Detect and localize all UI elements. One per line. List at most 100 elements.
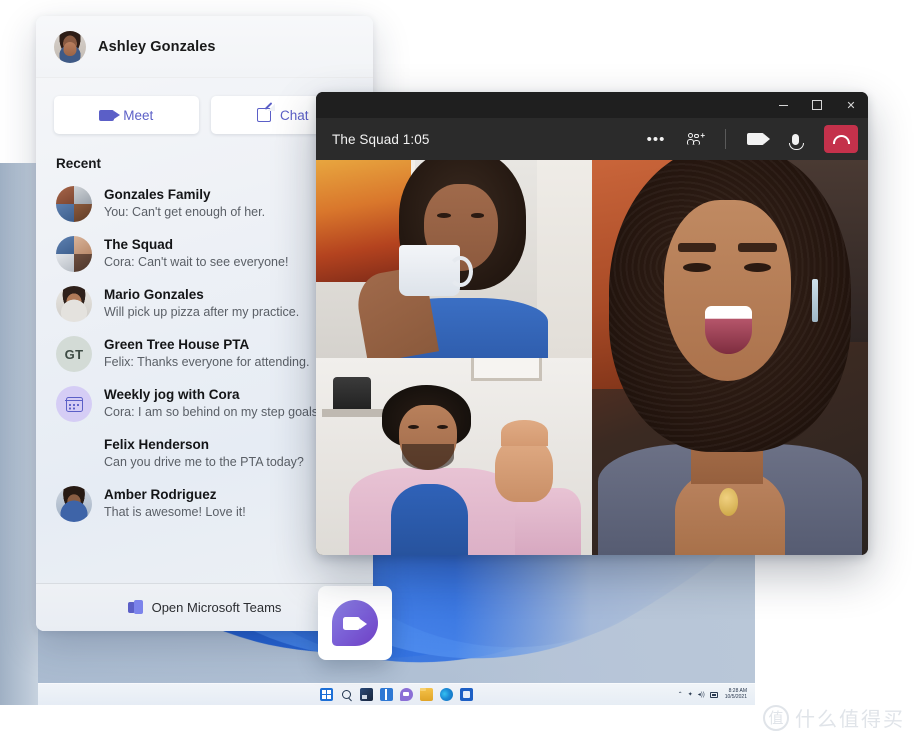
open-teams-label: Open Microsoft Teams	[151, 600, 282, 615]
necklace-pendant	[718, 487, 739, 516]
file-explorer-icon[interactable]	[420, 688, 433, 701]
microsoft-teams-logo-icon	[127, 600, 143, 615]
avatar[interactable]	[54, 30, 86, 63]
participant-video-tile[interactable]	[316, 357, 592, 555]
list-item[interactable]: Weekly jog with Cora Cora: I am so behin…	[48, 379, 361, 429]
coffee-mug	[398, 244, 473, 297]
list-item-text: Gonzales Family You: Can't get enough of…	[104, 186, 265, 222]
network-icon[interactable]: ✦	[688, 692, 693, 698]
list-item[interactable]: GT Green Tree House PTA Felix: Thanks ev…	[48, 329, 361, 379]
participant-shirt	[390, 483, 468, 555]
participant-mouth	[705, 306, 753, 354]
add-people-button[interactable]: +	[681, 125, 711, 153]
start-button[interactable]	[320, 688, 333, 701]
video-camera-icon	[99, 109, 121, 121]
flyout-header: Ashley Gonzales	[36, 16, 373, 78]
list-item-text: Weekly jog with Cora Cora: I am so behin…	[104, 386, 321, 422]
teams-chat-app-tile[interactable]	[318, 586, 392, 660]
participant-video-tile[interactable]	[592, 160, 868, 555]
more-options-button[interactable]: •••	[641, 125, 671, 153]
list-item-text: The Squad Cora: Can't wait to see everyo…	[104, 236, 288, 272]
list-item[interactable]: Amber Rodriguez That is awesome! Love it…	[48, 479, 361, 529]
chat-preview: Will pick up pizza after my practice.	[104, 305, 300, 320]
chat-preview: You: Can't get enough of her.	[104, 205, 266, 220]
participant-eye	[683, 262, 711, 273]
group-avatar	[56, 186, 92, 222]
watermark: 值 什么值得买	[763, 703, 905, 732]
user-name: Ashley Gonzales	[98, 38, 216, 55]
background-object	[332, 377, 372, 413]
background-picture-frame	[470, 357, 543, 382]
meet-button[interactable]: Meet	[54, 96, 199, 134]
chat-title: Felix Henderson	[104, 437, 210, 453]
system-tray[interactable]: ⌃ ✦ ◂)) 8:28 AM 10/5/2021	[678, 684, 747, 705]
microphone-icon	[788, 133, 804, 150]
clock-date-text: 10/5/2021	[724, 693, 747, 700]
calendar-icon	[64, 396, 84, 412]
chat-preview: Cora: I am so behind on my step goals.	[104, 405, 322, 420]
close-icon[interactable]: ✕	[834, 92, 868, 118]
meeting-toolbar: The Squad 1:05 ••• +	[316, 118, 868, 160]
meeting-window: ✕ The Squad 1:05 ••• +	[316, 92, 868, 555]
microsoft-edge-icon[interactable]	[440, 688, 453, 701]
volume-icon[interactable]: ◂))	[698, 692, 705, 698]
hang-up-phone-icon	[832, 134, 850, 144]
list-item[interactable]: Mario Gonzales Will pick up pizza after …	[48, 279, 361, 329]
compose-chat-icon	[256, 104, 275, 122]
list-item-text: Felix Henderson Can you drive me to the …	[104, 436, 304, 472]
participant-eyebrow	[677, 242, 717, 252]
window-chrome: ✕	[316, 92, 868, 118]
meeting-title: The Squad 1:05	[332, 131, 430, 147]
battery-icon[interactable]	[709, 691, 718, 698]
participant-eye	[408, 424, 420, 429]
chat-title: Amber Rodriguez	[104, 487, 217, 503]
video-camera-icon	[746, 133, 770, 145]
waving-hand	[495, 419, 554, 502]
chat-preview: Cora: Can't wait to see everyone!	[104, 255, 289, 270]
group-avatar	[56, 236, 92, 272]
participant-eyebrow	[738, 242, 777, 252]
search-icon[interactable]	[340, 688, 353, 701]
chat-title: The Squad	[104, 237, 174, 253]
clock-date[interactable]: 8:28 AM 10/5/2021	[724, 688, 747, 700]
participant-beard	[401, 444, 454, 471]
teams-chat-bubble-icon	[332, 600, 378, 646]
list-item-text: Mario Gonzales Will pick up pizza after …	[104, 286, 299, 322]
more-options-icon: •••	[646, 130, 666, 148]
camera-toggle-button[interactable]	[740, 125, 770, 153]
earring	[812, 278, 819, 322]
initials-avatar: GT	[56, 336, 92, 372]
participant-face	[663, 199, 791, 382]
add-people-icon: +	[687, 131, 705, 147]
participant-video-tile[interactable]	[316, 160, 592, 358]
video-grid	[316, 160, 868, 555]
maximize-button[interactable]	[800, 92, 834, 118]
list-item[interactable]: The Squad Cora: Can't wait to see everyo…	[48, 229, 361, 279]
chat-icon[interactable]	[400, 688, 413, 701]
microsoft-store-icon[interactable]	[460, 688, 473, 701]
chat-title: Green Tree House PTA	[104, 337, 250, 353]
hang-up-button[interactable]	[824, 125, 858, 153]
meet-button-label: Meet	[123, 107, 154, 123]
watermark-logo: 值	[763, 704, 789, 731]
widgets-icon[interactable]	[360, 688, 373, 701]
calendar-avatar	[56, 386, 92, 422]
show-hidden-icons-icon[interactable]: ⌃	[678, 692, 683, 698]
chat-title: Weekly jog with Cora	[104, 387, 240, 403]
minimize-button[interactable]	[766, 92, 800, 118]
avatar	[56, 486, 92, 522]
participant-eye	[437, 424, 449, 429]
watermark-text: 什么值得买	[795, 707, 905, 731]
chat-preview: That is awesome! Love it!	[104, 505, 246, 520]
avatar	[56, 286, 92, 322]
taskbar-icon-group	[320, 688, 473, 701]
chat-preview: Felix: Thanks everyone for attending.	[104, 355, 310, 370]
list-item[interactable]: Felix Henderson Can you drive me to the …	[48, 429, 361, 479]
task-view-icon[interactable]	[380, 688, 393, 701]
list-item[interactable]: Gonzales Family You: Can't get enough of…	[48, 179, 361, 229]
monitor-bezel-left	[0, 163, 38, 705]
chat-preview: Can you drive me to the PTA today?	[104, 455, 304, 470]
list-item-text: Amber Rodriguez That is awesome! Love it…	[104, 486, 246, 522]
windows-taskbar[interactable]: ⌃ ✦ ◂)) 8:28 AM 10/5/2021	[38, 683, 755, 705]
mic-toggle-button[interactable]	[780, 125, 810, 153]
